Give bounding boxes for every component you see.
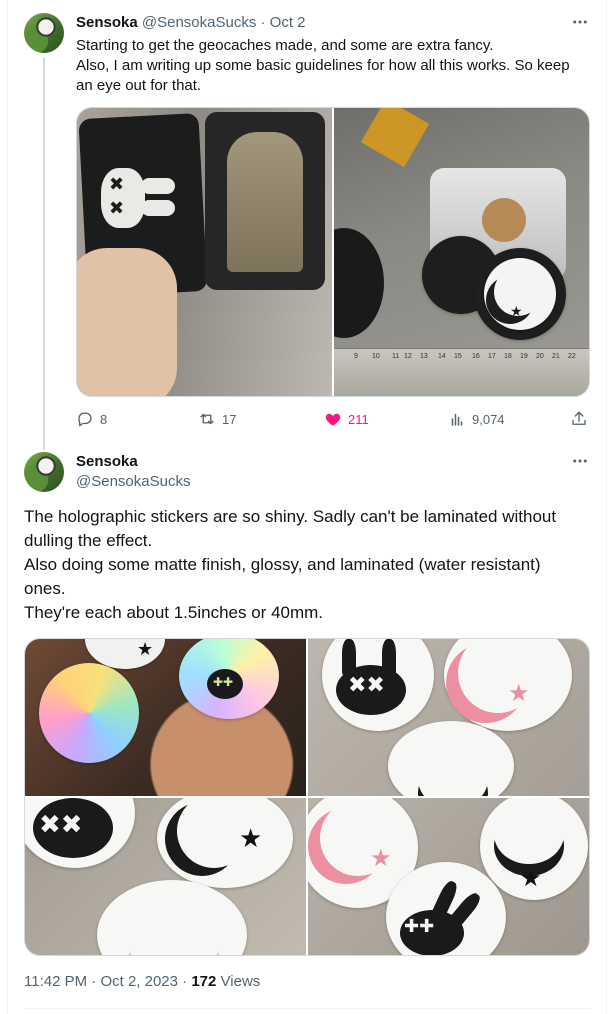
tweet-text-line: Starting to get the geocaches made, and …: [76, 37, 494, 54]
tweet-text-line: Also, I am writing up some basic guideli…: [76, 57, 570, 74]
photo-glossy-stickers[interactable]: ✖✖ ★: [25, 798, 306, 955]
separator-dot: ·: [182, 973, 188, 990]
sticker-holographic: [39, 663, 139, 763]
like-count: 211: [348, 411, 369, 427]
tape-roll: [360, 108, 430, 168]
tweet-text-line: an eye out for that.: [76, 77, 202, 94]
star-shape: ★: [520, 864, 542, 892]
analytics-icon: [451, 413, 463, 426]
star-shape: ★: [370, 844, 392, 872]
star-shape: ★: [508, 679, 530, 707]
tweet-text-line: The holographic stickers are so shiny. S…: [24, 507, 557, 526]
more-horizontal-icon[interactable]: [570, 452, 590, 470]
parent-tweet-media: ✖ ✖ ★ 9 10 11 12 13 14 15 16 17 18 19 20 21 22: [76, 107, 590, 397]
divider: [24, 1008, 590, 1009]
share-icon: [572, 411, 586, 425]
crescent-shape: [494, 804, 564, 864]
parent-tweet-header: Sensoka @SensokaSucks · Oct 2: [76, 14, 306, 32]
star-shape: ★: [510, 304, 523, 320]
thread-connector-line: [43, 58, 45, 450]
separator-dot: ·: [91, 973, 97, 990]
avatar[interactable]: [24, 452, 64, 492]
handle[interactable]: @SensokaSucks: [76, 473, 190, 491]
views-label: Views: [220, 973, 261, 990]
views-count: 9,074: [472, 411, 505, 427]
repost-icon: [200, 413, 214, 425]
bunny-eye-x: ✖✖: [39, 810, 83, 840]
reply-icon: [78, 412, 92, 427]
photo-holographic-stickers[interactable]: ★ ✚✚: [25, 639, 306, 796]
reply-button[interactable]: 8: [76, 407, 107, 431]
tweet-time[interactable]: 11:42 PM: [24, 973, 87, 990]
bunny-eye-x: ✚✚: [213, 675, 234, 689]
repost-count: 17: [222, 411, 237, 427]
photo-matte-stickers[interactable]: ✖✖ ★: [308, 639, 589, 796]
star-shape: ★: [137, 639, 154, 660]
bunny-eye-x: ✚✚: [404, 916, 435, 937]
tweet-text-line: They're each about 1.5inches or 40mm.: [24, 603, 324, 622]
parent-tweet-text: Starting to get the geocaches made, and …: [76, 36, 596, 96]
tweet-date[interactable]: Oct 2, 2023: [100, 973, 178, 990]
photo-geocache-tins-in-hand[interactable]: ✖ ✖: [77, 108, 332, 396]
views-button[interactable]: 9,074: [448, 407, 505, 431]
avatar[interactable]: [24, 13, 64, 53]
heart-filled-icon: [325, 413, 341, 426]
star-shape: ★: [239, 824, 263, 854]
display-name[interactable]: Sensoka: [76, 14, 138, 31]
parent-tweet-action-bar: 8 17 211 9,074: [76, 407, 590, 431]
ruler: 9 10 11 12 13 14 15 16 17 18 19 20 21 22: [334, 348, 589, 396]
wooden-token: [482, 198, 526, 242]
main-tweet-media-grid: ★ ✚✚ ✖✖ ★ ✖✖ ★ ★ ★ ✚✚: [24, 638, 590, 956]
reply-count: 8: [100, 411, 108, 427]
tweet-date-link[interactable]: Oct 2: [270, 14, 306, 31]
display-name[interactable]: Sensoka: [76, 453, 138, 471]
black-lid: [334, 228, 384, 338]
tweet-text-line: Also doing some matte finish, glossy, an…: [24, 555, 541, 574]
tweet-timestamp-row: 11:42 PM · Oct 2, 2023 · 172 Views: [24, 972, 260, 992]
share-button[interactable]: [570, 407, 588, 431]
photo-open-tin-with-coasters[interactable]: ★ 9 10 11 12 13 14 15 16 17 18 19 20 21 22: [334, 108, 589, 396]
tweet-text-line: dulling the effect.: [24, 531, 153, 550]
hand: [77, 248, 177, 396]
more-horizontal-icon[interactable]: [570, 13, 590, 31]
engraved-character-art: [227, 132, 303, 272]
photo-laminated-stickers[interactable]: ★ ★ ✚✚: [308, 798, 589, 955]
separator-dot: ·: [260, 14, 266, 31]
handle[interactable]: @SensokaSucks: [142, 14, 256, 31]
tweet-text-line: ones.: [24, 579, 66, 598]
main-tweet-text: The holographic stickers are so shiny. S…: [24, 505, 590, 625]
bunny-eye-x: ✖✖: [348, 673, 385, 698]
views-count: 172: [191, 973, 217, 990]
bunny-logo: ✖ ✖: [101, 168, 175, 232]
repost-button[interactable]: 17: [198, 407, 236, 431]
like-button[interactable]: 211: [324, 407, 369, 431]
